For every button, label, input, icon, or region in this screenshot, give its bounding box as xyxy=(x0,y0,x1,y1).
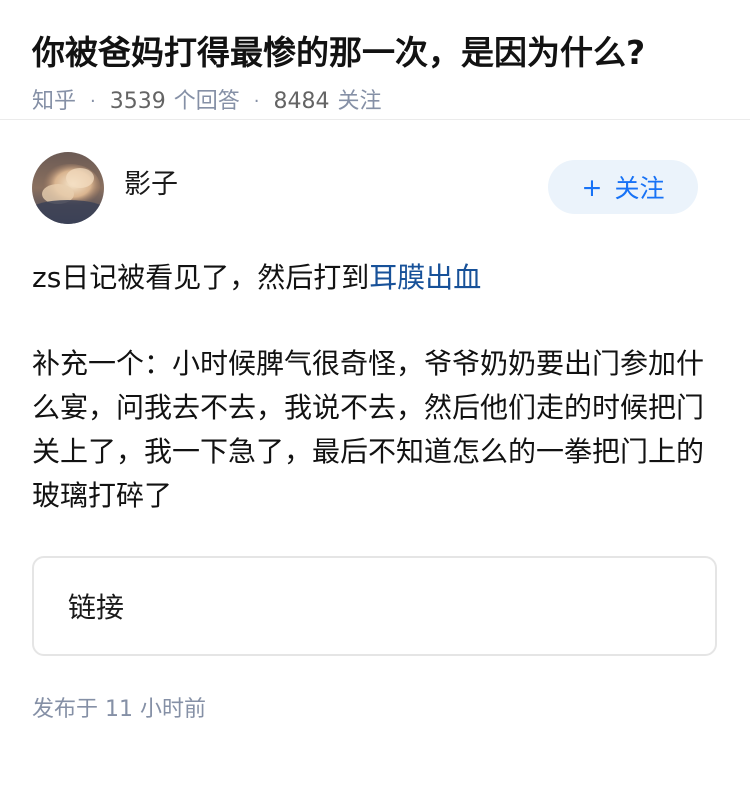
answer-paragraph-1-text: zs日记被看见了，然后打到 xyxy=(32,261,370,294)
follow-button-label: 关注 xyxy=(614,174,665,203)
link-card[interactable]: 链接 xyxy=(32,556,717,656)
follower-count: 8484 xyxy=(273,89,330,114)
plus-icon: + xyxy=(581,172,603,202)
avatar[interactable] xyxy=(32,152,104,224)
answer-paragraph-2: 补充一个：小时候脾气很奇怪，爷爷奶奶要出门参加什么宴，问我去不去，我说不去，然后… xyxy=(32,347,705,512)
author-name[interactable]: 影子 xyxy=(124,168,178,202)
source-label[interactable]: 知乎 xyxy=(32,86,76,118)
keyword-link[interactable]: 耳膜出血 xyxy=(369,261,481,294)
question-meta: 知乎 · 3539 个回答 · 8484 关注 xyxy=(32,86,718,118)
answer-count: 3539 xyxy=(109,89,166,114)
answer-count-label: 个回答 xyxy=(173,89,240,114)
meta-separator: · xyxy=(90,91,96,112)
question-header: 你被爸妈打得最惨的那一次，是因为什么? 知乎 · 3539 个回答 · 8484… xyxy=(0,0,750,120)
avatar-cloud-image xyxy=(32,152,104,224)
meta-separator: · xyxy=(253,91,260,112)
answer-paragraph-1: zs日记被看见了，然后打到耳膜出血 xyxy=(32,256,718,300)
follow-button[interactable]: + 关注 xyxy=(548,160,698,214)
link-card-label: 链接 xyxy=(68,591,125,624)
publish-time: 发布于 11 小时前 xyxy=(32,697,206,722)
follower-count-label: 关注 xyxy=(337,89,382,114)
answer: 影子 + 关注 zs日记被看见了，然后打到耳膜出血 补充一个：小时候脾气很奇怪，… xyxy=(0,152,750,726)
question-title[interactable]: 你被爸妈打得最惨的那一次，是因为什么? xyxy=(32,30,718,76)
author-row: 影子 + 关注 xyxy=(32,152,718,262)
